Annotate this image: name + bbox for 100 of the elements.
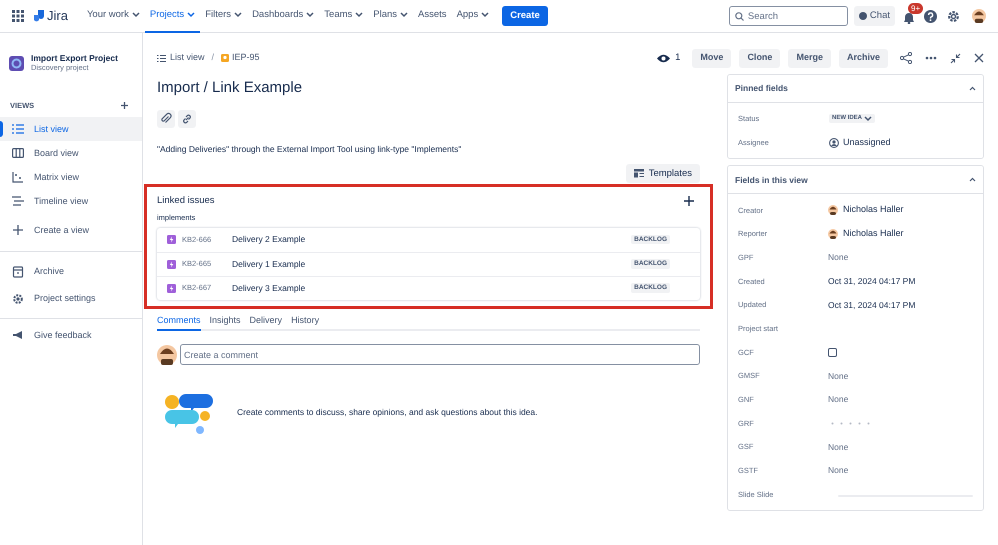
matrix-icon — [12, 171, 24, 184]
dot-icon[interactable] — [840, 422, 843, 425]
notification-badge: 9+ — [908, 3, 924, 14]
user-avatar-icon — [972, 9, 986, 23]
idea-icon — [221, 54, 230, 62]
issue-title: Import / Link Example — [157, 78, 304, 98]
templates-button[interactable]: Templates — [626, 164, 700, 184]
sidebar-item[interactable]: Matrix view — [0, 165, 142, 190]
tab[interactable]: Comments — [157, 314, 201, 331]
breadcrumb-link[interactable]: IEP-95 — [221, 51, 260, 65]
nav-menu-item[interactable]: Dashboards — [247, 0, 320, 32]
list-icon — [157, 54, 166, 62]
action-button[interactable]: Archive — [838, 48, 888, 68]
sidebar-item[interactable]: Project settings — [0, 285, 142, 312]
bolt-icon — [167, 260, 176, 268]
chevron-up-icon — [969, 177, 976, 182]
chevron-down-icon — [864, 116, 872, 122]
dot-icon[interactable] — [858, 422, 861, 425]
person-icon — [829, 138, 839, 148]
field-value: Oct 31, 2024 04:17 PM — [828, 274, 916, 288]
share-icon[interactable] — [900, 52, 912, 64]
chevron-up-icon — [969, 86, 976, 91]
nav-menu-item[interactable]: Teams — [319, 0, 368, 32]
attachment-icon[interactable] — [157, 110, 175, 128]
field-value: None — [828, 393, 848, 406]
empty-state-text: Create comments to discuss, share opinions, and ask questions about this idea. — [237, 406, 538, 418]
collapse-icon[interactable] — [950, 52, 961, 64]
search-icon — [734, 12, 744, 21]
chevron-down-icon — [234, 12, 242, 18]
chevron-down-icon — [355, 12, 364, 18]
sidebar-item[interactable]: Board view — [0, 141, 142, 166]
sidebar-item[interactable]: Timeline view — [0, 189, 142, 214]
nav-menu-item[interactable]: Projects — [144, 0, 200, 32]
description-text: "Adding Deliveries" through the External Import Tool using link-type "Implements" — [157, 142, 462, 156]
logo-icon — [32, 10, 44, 22]
breadcrumb-link[interactable]: List view — [157, 51, 205, 65]
nav-menu-item[interactable]: Plans — [368, 0, 414, 32]
field-value: None — [828, 251, 848, 264]
app-grid-icon[interactable] — [12, 10, 24, 22]
add-icon[interactable] — [684, 196, 694, 206]
add-icon[interactable] — [121, 102, 128, 110]
archive-icon — [12, 266, 24, 278]
nav-menu-item[interactable]: Your work — [82, 0, 145, 32]
field-value: Oct 31, 2024 04:17 PM — [828, 298, 916, 312]
tab[interactable]: Insights — [210, 314, 241, 331]
chevron-down-icon — [400, 12, 408, 18]
chat-button[interactable]: Chat — [854, 6, 895, 26]
field-value: None — [828, 370, 848, 382]
close-icon[interactable] — [974, 53, 984, 63]
sidebar-item[interactable]: List view — [0, 117, 142, 142]
action-button[interactable]: Merge — [788, 48, 831, 68]
dot-icon[interactable] — [849, 422, 852, 425]
bell-icon[interactable] — [903, 12, 915, 24]
checkbox[interactable] — [828, 348, 837, 357]
issue-summary: Delivery 2 Example — [232, 233, 306, 246]
link-icon[interactable] — [178, 110, 196, 128]
template-icon — [634, 169, 644, 178]
tab[interactable]: Delivery — [250, 314, 282, 331]
comment-field[interactable]: Create a comment — [180, 344, 700, 365]
field-value: Nicholas Haller — [843, 203, 904, 216]
section-title: Linked issues — [157, 194, 215, 208]
action-button[interactable]: Clone — [739, 48, 780, 68]
help-icon[interactable] — [924, 10, 937, 22]
field-value: Nicholas Haller — [843, 227, 904, 240]
chat-icon — [858, 12, 867, 20]
nav-menu-item[interactable]: Filters — [200, 0, 248, 32]
chevron-down-icon — [132, 12, 140, 18]
field-value: None — [828, 464, 848, 478]
chevron-down-icon — [187, 12, 196, 18]
field-value: None — [828, 440, 848, 454]
settings-icon — [12, 292, 24, 305]
more-icon[interactable] — [925, 56, 937, 60]
watch-button[interactable]: 1 — [657, 50, 680, 66]
user-avatar-icon — [157, 344, 177, 364]
board-icon — [12, 147, 24, 160]
chevron-down-icon — [306, 12, 314, 18]
tab[interactable]: History — [291, 314, 320, 331]
add-icon — [12, 224, 24, 236]
nav-menu-item[interactable]: Assets — [413, 0, 452, 32]
project-avatar-icon — [9, 56, 24, 70]
action-button[interactable]: Move — [692, 48, 732, 68]
user-avatar-icon — [828, 228, 838, 239]
issue-summary: Delivery 1 Example — [232, 258, 306, 270]
sidebar-item[interactable]: Create a view — [0, 215, 142, 246]
nav-menu-item[interactable]: Apps — [452, 0, 494, 32]
issue-summary: Delivery 3 Example — [232, 282, 306, 294]
bolt-icon — [167, 235, 176, 244]
settings-icon[interactable] — [947, 10, 960, 22]
user-avatar-icon — [828, 205, 838, 216]
feedback-link[interactable]: Give feedback — [0, 325, 142, 346]
dot-icon[interactable] — [831, 422, 834, 425]
dot-icon[interactable] — [867, 422, 870, 425]
bolt-icon — [167, 284, 176, 292]
panel-header[interactable]: Pinned fields — [728, 75, 983, 103]
panel-header[interactable]: Fields in this view — [728, 166, 983, 194]
search-field[interactable]: Search — [728, 6, 848, 26]
timeline-icon — [12, 195, 24, 208]
assignee-field[interactable]: Unassigned — [829, 136, 891, 150]
sidebar-item[interactable]: Archive — [0, 258, 142, 286]
create-button[interactable]: Create — [502, 6, 548, 26]
